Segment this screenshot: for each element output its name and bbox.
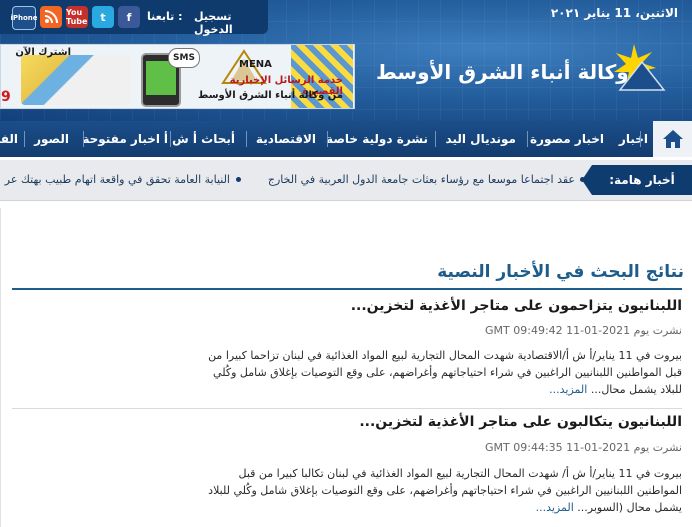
rss-glyph — [44, 10, 58, 24]
breaking-news-label: أخبار هامة: — [592, 165, 692, 195]
follow-us-label: تابعنا : — [147, 10, 183, 23]
banner-digit: 9 — [1, 89, 11, 105]
date-rest: ، 11 يناير ٢٠٢١ — [550, 6, 640, 20]
content-left-border — [0, 208, 1, 527]
bullet-icon — [236, 177, 241, 182]
result-body: بيروت في 11 يناير/أ ش أ/الاقتصادية شهدت … — [194, 347, 682, 398]
nav-separator — [527, 131, 528, 147]
nav-item-handball-worldcup[interactable]: مونديال اليد — [446, 121, 516, 157]
sms-bubble: SMS — [168, 48, 200, 68]
nav-item-videos[interactable]: الفي — [0, 121, 18, 157]
result-body-text: بيروت في 11 يناير/أ ش أ/الاقتصادية شهدت … — [208, 349, 682, 396]
date-day: الاثنين — [639, 6, 678, 20]
nav-separator — [83, 131, 84, 147]
nav-item-photo-news[interactable]: اخبار مصورة — [530, 121, 604, 157]
banner-subscribe-text: اشترك الآن — [15, 47, 71, 58]
nav-item-research[interactable]: أبحاث أ ش أ — [164, 121, 235, 157]
nav-item-economy[interactable]: الاقتصادية — [256, 121, 316, 157]
rss-icon[interactable] — [40, 6, 62, 28]
result-body: بيروت في 11 يناير/أ ش أ/ شهدت المحال الت… — [194, 465, 682, 516]
result-separator — [12, 408, 682, 409]
nav-item-news[interactable]: اخبار — [619, 121, 648, 157]
nav-separator — [24, 131, 25, 147]
bullet-icon — [580, 177, 585, 182]
read-more-link[interactable]: المزيد... — [549, 383, 587, 396]
nav-separator — [170, 131, 171, 147]
current-date: الاثنين، 11 يناير ٢٠٢١ — [551, 6, 678, 20]
result-title[interactable]: اللبنانيون يتكالبون على متاجر الأغذية لت… — [359, 414, 682, 430]
result-body-text: بيروت في 11 يناير/أ ش أ/ شهدت المحال الت… — [208, 467, 682, 514]
breaking-news-bar: أخبار هامة: عقد اجتماعا موسعا مع رؤساء ب… — [0, 160, 692, 201]
iphone-app-icon[interactable]: iPhone — [10, 6, 38, 30]
facebook-icon[interactable]: f — [118, 6, 140, 28]
result-title[interactable]: اللبنانيون يتزاحمون على متاجر الأغذية لت… — [351, 298, 682, 314]
result-date: نشرت يوم 2021-01-11 09:44:35 GMT — [485, 441, 682, 454]
home-button[interactable] — [653, 121, 692, 157]
site-logo-text[interactable]: وكالة أنباء الشرق الأوسط — [376, 60, 629, 84]
banner-map-graphic — [21, 55, 131, 105]
nav-separator — [246, 131, 247, 147]
banner-line-2: من وكالة أنباء الشرق الأوسط — [197, 90, 343, 101]
search-result: اللبنانيون يتكالبون على متاجر الأغذية لت… — [12, 412, 682, 527]
login-link[interactable]: تسجيل الدخول — [194, 10, 268, 36]
breaking-news-item[interactable]: النيابة العامة تحقق في واقعة اتهام طبيب … — [5, 173, 230, 186]
nav-item-international-bulletin[interactable]: نشرة دولية خاصة — [326, 121, 428, 157]
main-navigation: اخبار اخبار مصورة مونديال اليد نشرة دولي… — [0, 121, 692, 157]
nav-separator — [640, 131, 641, 147]
search-result: اللبنانيون يتزاحمون على متاجر الأغذية لت… — [12, 296, 682, 406]
breaking-news-item[interactable]: عقد اجتماعا موسعا مع رؤساء بعثات جامعة ا… — [268, 173, 575, 186]
page-title: نتائج البحث في الأخبار النصية — [437, 262, 684, 282]
result-date: نشرت يوم 2021-01-11 09:49:42 GMT — [485, 324, 682, 337]
home-icon — [662, 130, 683, 148]
twitter-icon[interactable]: t — [92, 6, 114, 28]
nav-separator — [435, 131, 436, 147]
youtube-icon[interactable]: You Tube — [66, 6, 88, 28]
star-logo-icon[interactable] — [604, 42, 666, 92]
read-more-link[interactable]: المزيد... — [536, 501, 574, 514]
nav-separator — [327, 131, 328, 147]
nav-item-photos[interactable]: الصور — [34, 121, 69, 157]
title-underline — [12, 288, 682, 290]
nav-item-open-news[interactable]: اخبار مفتوحة — [82, 121, 160, 157]
login-bar: تسجيل الدخول تابعنا : f t You Tube iPhon… — [0, 0, 268, 36]
banner-mena-title: MENA — [239, 59, 272, 70]
sms-service-banner[interactable]: اشترك الآن 9 SMS MENA خدمة الرسائل الإخب… — [0, 44, 355, 109]
site-header: تسجيل الدخول تابعنا : f t You Tube iPhon… — [0, 0, 692, 121]
top-bar: تسجيل الدخول تابعنا : f t You Tube iPhon… — [0, 0, 692, 36]
